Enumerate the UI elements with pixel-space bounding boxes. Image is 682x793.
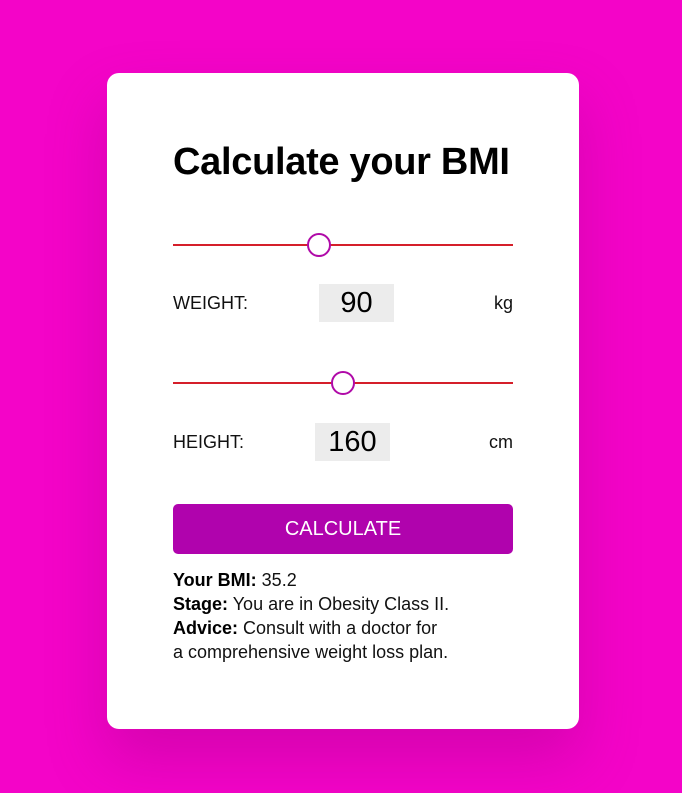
weight-slider[interactable] [173, 233, 513, 257]
bmi-result-label: Your BMI: [173, 570, 257, 590]
result-panel: Your BMI: 35.2 Stage: You are in Obesity… [173, 568, 513, 664]
advice-result-text: Consult with a doctor for [243, 618, 438, 638]
page-title: Calculate your BMI [173, 141, 510, 183]
height-slider[interactable] [173, 371, 513, 395]
weight-label: WEIGHT: [173, 293, 248, 313]
advice-result-label: Advice: [173, 618, 239, 638]
height-value: 160 [315, 423, 390, 461]
weight-unit: kg [493, 293, 513, 313]
weight-value: 90 [319, 284, 394, 322]
bmi-card: Calculate your BMI WEIGHT: 90 kg HEIGHT:… [107, 73, 579, 729]
height-label: HEIGHT: [173, 432, 245, 452]
bmi-result-line: Your BMI: 35.2 [173, 568, 513, 592]
weight-row: WEIGHT: 90 kg [173, 284, 513, 322]
height-row: HEIGHT: 160 cm [173, 423, 513, 461]
stage-result-line: Stage: You are in Obesity Class II. [173, 592, 513, 616]
advice-result-line: Advice: Consult with a doctor for [173, 616, 513, 640]
bmi-result-value: 35.2 [261, 570, 297, 590]
stage-result-text: You are in Obesity Class II. [232, 594, 450, 614]
height-unit: cm [489, 432, 513, 452]
stage-result-label: Stage: [173, 594, 229, 614]
advice-result-continuation: a comprehensive weight loss plan. [173, 642, 449, 662]
weight-slider-thumb[interactable] [307, 233, 332, 257]
height-slider-thumb[interactable] [331, 371, 355, 395]
weight-slider-track[interactable] [173, 244, 513, 246]
calculate-button[interactable]: CALCULATE [173, 504, 513, 554]
